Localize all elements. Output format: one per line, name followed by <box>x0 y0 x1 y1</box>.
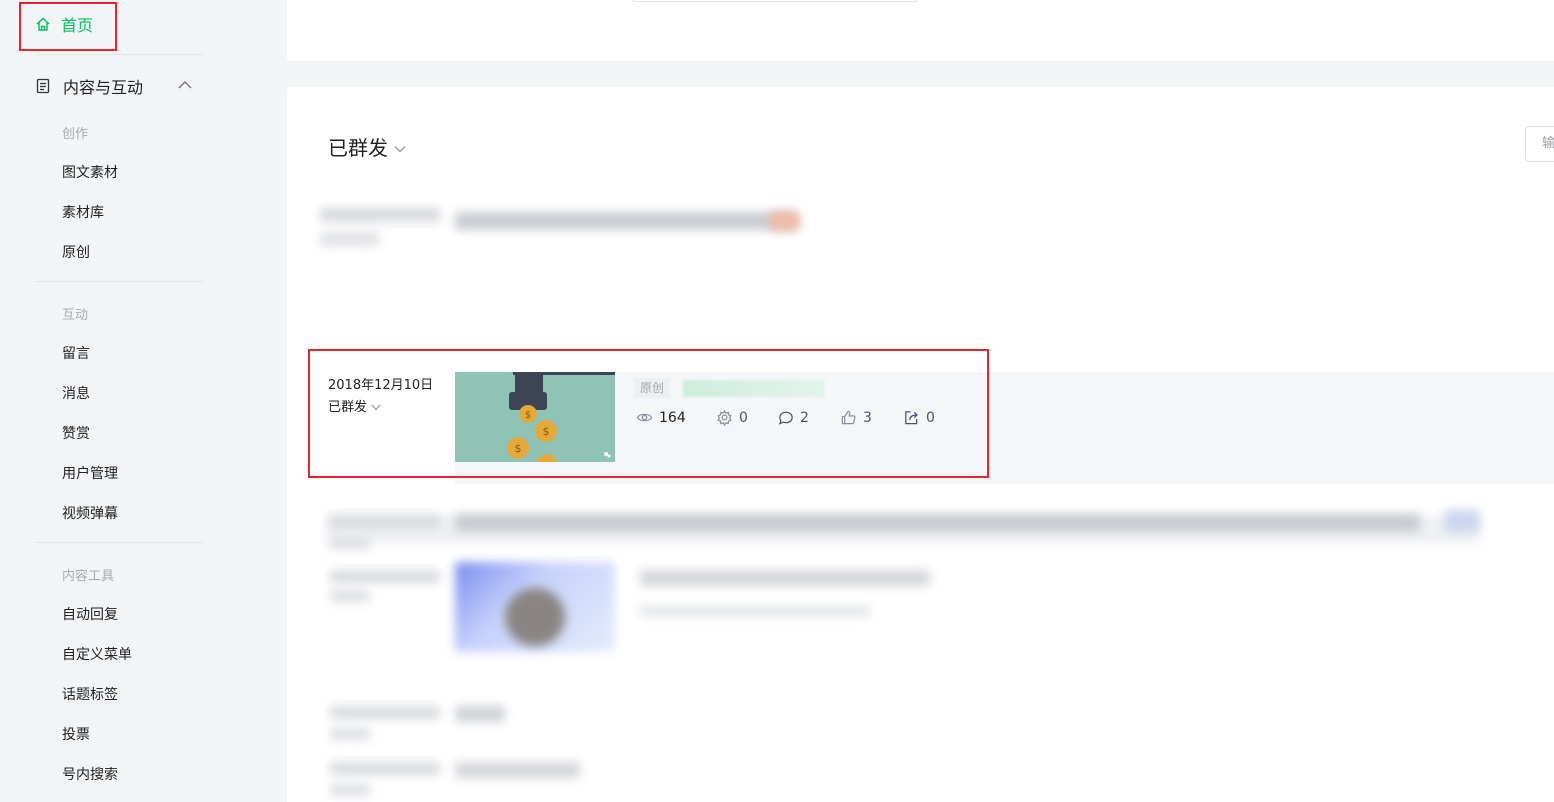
annotation-frame-post <box>308 349 989 478</box>
sidebar-divider <box>35 281 203 282</box>
chevron-down-icon <box>394 145 406 152</box>
sidebar-item-material-library[interactable]: 素材库 <box>62 202 104 222</box>
blurred-post-date <box>330 570 440 583</box>
top-panel <box>287 0 1554 61</box>
blurred-post-status <box>330 590 370 602</box>
blurred-post-date <box>330 706 440 719</box>
blurred-post-stats <box>640 605 870 617</box>
sidebar-item-custom-menu[interactable]: 自定义菜单 <box>62 644 132 664</box>
sidebar-item-comments[interactable]: 留言 <box>62 343 90 363</box>
blurred-post-title <box>455 514 1420 532</box>
blurred-post-title <box>455 212 795 230</box>
sidebar: 首页 内容与互动 创作 图文素材 素材库 原创 互动 留言 消息 赞赏 用户管理… <box>0 0 235 802</box>
sidebar-item-in-account-search[interactable]: 号内搜索 <box>62 764 118 784</box>
sidebar-divider <box>35 54 203 55</box>
blurred-post-date <box>320 208 440 222</box>
sidebar-item-original[interactable]: 原创 <box>62 242 90 262</box>
sidebar-item-auto-reply[interactable]: 自动回复 <box>62 604 118 624</box>
blurred-post-badge <box>1445 510 1479 532</box>
blurred-thumbnail-figure <box>505 588 565 646</box>
sidebar-item-topic-tags[interactable]: 话题标签 <box>62 684 118 704</box>
blurred-post-title <box>455 762 580 778</box>
chevron-up-icon[interactable] <box>177 78 193 92</box>
sidebar-item-messages[interactable]: 消息 <box>62 383 90 403</box>
section-label-interact: 互动 <box>62 308 89 323</box>
blurred-post-badge <box>770 212 800 230</box>
section-label-create: 创作 <box>62 127 89 142</box>
blurred-post-status <box>320 232 380 246</box>
status-filter-label: 已群发 <box>328 136 388 160</box>
search-input[interactable]: 输 <box>1525 126 1554 162</box>
sidebar-divider <box>35 542 203 543</box>
sidebar-item-voting[interactable]: 投票 <box>62 724 90 744</box>
blurred-post-status <box>330 728 370 740</box>
sidebar-item-rewards[interactable]: 赞赏 <box>62 423 90 443</box>
blurred-post-status <box>330 537 370 549</box>
sidebar-group-content[interactable]: 内容与互动 <box>35 74 143 98</box>
blurred-post-date <box>330 762 440 775</box>
document-icon <box>36 78 50 94</box>
blurred-post-title <box>455 706 505 722</box>
blurred-post-title <box>640 570 930 586</box>
blurred-post-status <box>330 784 370 796</box>
sidebar-item-user-management[interactable]: 用户管理 <box>62 463 118 483</box>
sidebar-item-video-danmaku[interactable]: 视频弹幕 <box>62 503 118 523</box>
sidebar-group-label: 内容与互动 <box>63 78 144 97</box>
section-label-tools: 内容工具 <box>62 569 115 584</box>
annotation-frame-home <box>19 2 117 51</box>
sidebar-item-image-text[interactable]: 图文素材 <box>62 162 118 182</box>
status-filter-dropdown[interactable]: 已群发 <box>328 132 406 161</box>
blurred-post-date <box>330 515 440 528</box>
top-input[interactable] <box>632 0 918 2</box>
